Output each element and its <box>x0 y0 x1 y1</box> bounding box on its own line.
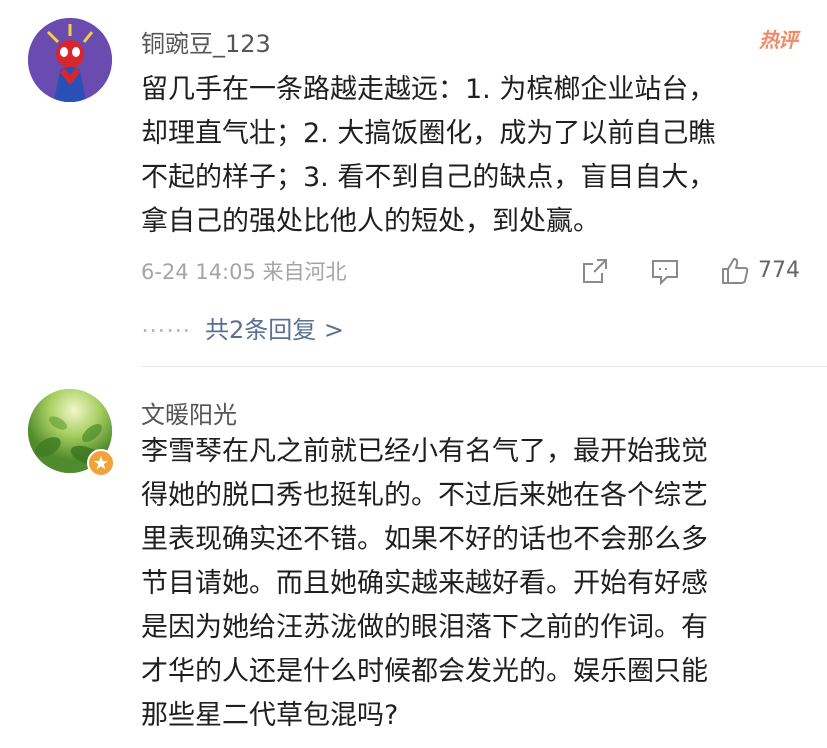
comment-item: 铜豌豆_123 热评 留几手在一条路越走越远：1. 为槟榔企业站台， 却理直气壮… <box>0 0 827 367</box>
comment-text: 留几手在一条路越走越远：1. 为槟榔企业站台， 却理直气壮；2. 大搞饭圈化，成… <box>141 74 716 237</box>
comment-meta: 6-24 14:05 来自河北 <box>141 260 347 284</box>
like-count: 774 <box>758 258 800 283</box>
star-badge-icon <box>87 449 115 477</box>
comment-item: 文暖阳光 李雪琴在凡之前就已经小有名气了，最开始我觉 得她的脱口秀也挺轧的。不过… <box>0 367 827 748</box>
username[interactable]: 文暖阳光 <box>141 395 237 430</box>
comment-icon[interactable] <box>650 256 680 286</box>
replies-label: 共2条回复 > <box>205 316 345 344</box>
share-icon[interactable] <box>580 256 610 286</box>
comment-actions: 774 <box>580 254 800 288</box>
avatar[interactable] <box>28 18 112 102</box>
dots-decoration: ⋯⋯ <box>141 316 191 344</box>
spiderman-avatar-icon <box>28 18 112 102</box>
comment-text: 李雪琴在凡之前就已经小有名气了，最开始我觉 得她的脱口秀也挺轧的。不过后来她在各… <box>141 436 708 731</box>
hot-comment-badge: 热评 <box>759 28 798 52</box>
view-replies-link[interactable]: ⋯⋯ 共2条回复 > <box>141 310 344 345</box>
thumbs-up-icon[interactable] <box>720 256 750 286</box>
username[interactable]: 铜豌豆_123 <box>141 24 271 59</box>
